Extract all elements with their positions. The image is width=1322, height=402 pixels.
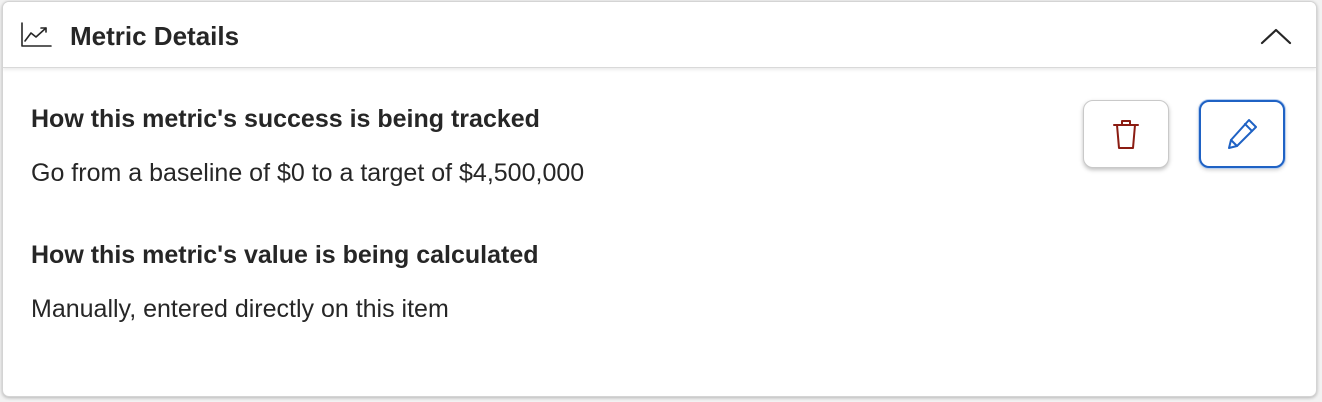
calculation-description: Manually, entered directly on this item <box>31 295 449 323</box>
calculation-heading: How this metric's value is being calcula… <box>31 241 539 269</box>
tracking-heading: How this metric's success is being track… <box>31 105 540 133</box>
collapse-button[interactable] <box>1258 22 1294 50</box>
trending-chart-icon <box>20 22 52 48</box>
metric-details-panel: Metric Details How this metric's success… <box>2 1 1317 397</box>
panel-title: Metric Details <box>70 21 240 51</box>
panel-header[interactable]: Metric Details <box>3 2 1316 68</box>
tracking-description: Go from a baseline of $0 to a target of … <box>31 159 585 187</box>
panel-body: How this metric's success is being track… <box>3 68 1316 396</box>
edit-button[interactable] <box>1199 100 1285 168</box>
chevron-up-icon <box>1260 28 1292 45</box>
delete-button[interactable] <box>1083 100 1169 168</box>
pencil-icon <box>1228 119 1257 149</box>
trash-icon <box>1113 120 1139 149</box>
